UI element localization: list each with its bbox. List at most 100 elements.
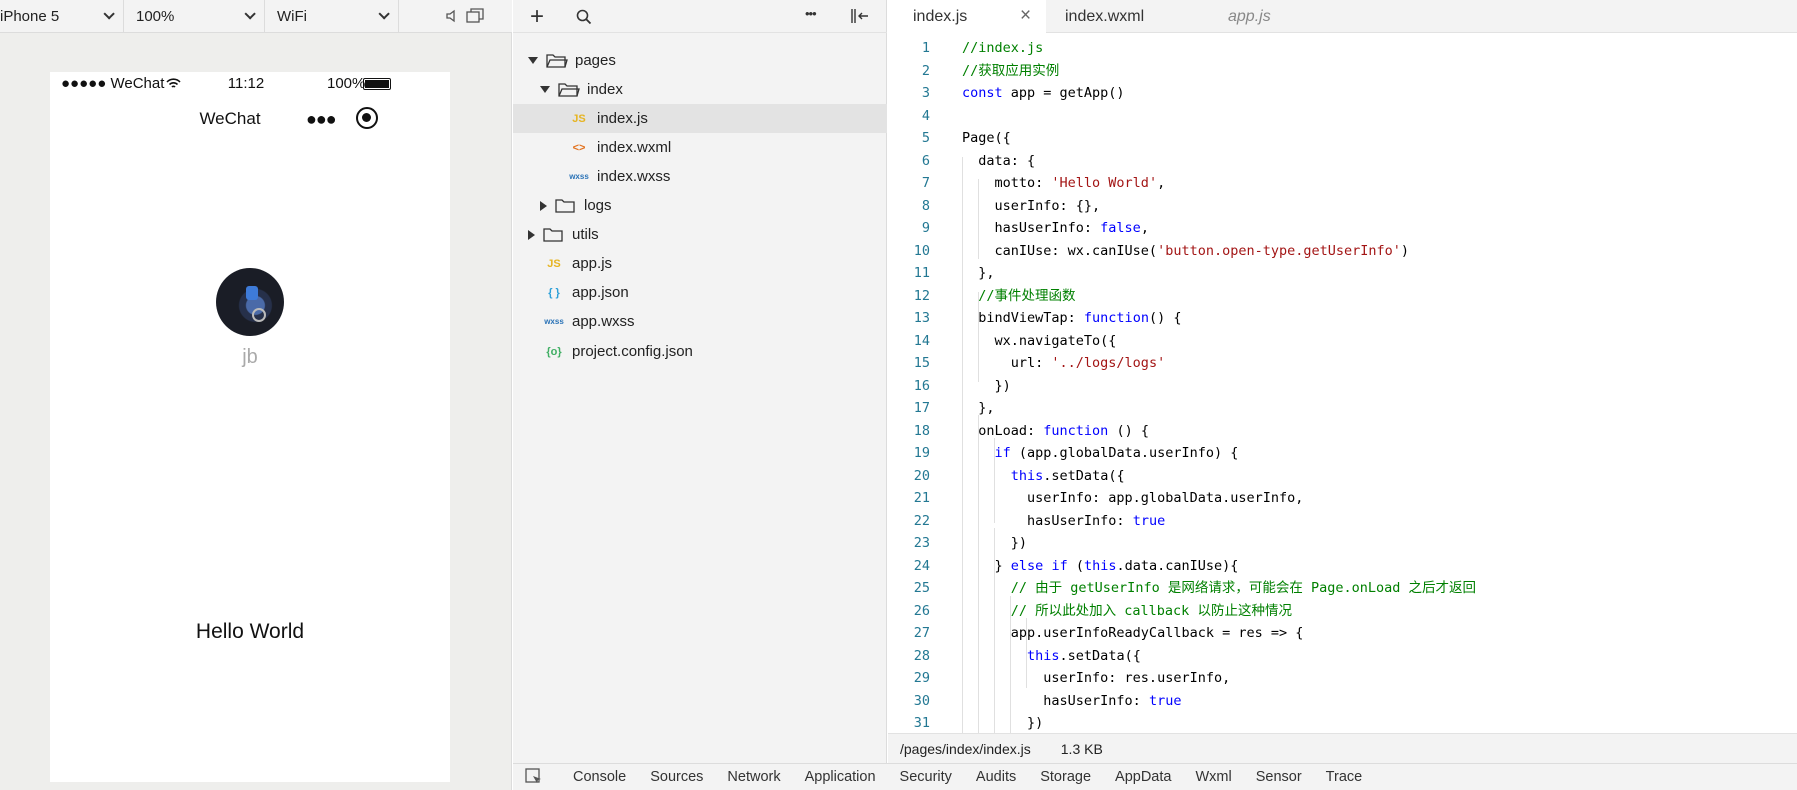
- code-line[interactable]: app.userInfoReadyCallback = res => {: [962, 622, 1304, 645]
- devtools-tab-application[interactable]: Application: [805, 769, 876, 785]
- mute-button[interactable]: [399, 0, 459, 33]
- tree-item-index-wxss[interactable]: wxss index.wxss: [513, 162, 887, 191]
- line-number: 23: [913, 535, 930, 551]
- tree-item-app-js[interactable]: JS app.js: [513, 249, 887, 278]
- code-line[interactable]: }): [962, 375, 1011, 398]
- zoom-select[interactable]: 100%: [124, 0, 265, 33]
- devtools-tab-bar: Console Sources Network Application Secu…: [513, 763, 1797, 790]
- network-select[interactable]: WiFi: [265, 0, 399, 33]
- devtools-tab-console[interactable]: Console: [573, 769, 626, 785]
- line-number: 1: [921, 40, 930, 56]
- code-line[interactable]: },: [962, 262, 994, 285]
- code-line[interactable]: //获取应用实例: [962, 60, 1059, 83]
- code-line[interactable]: wx.navigateTo({: [962, 330, 1117, 353]
- line-number: 29: [913, 670, 930, 686]
- code-line[interactable]: if (app.globalData.userInfo) {: [962, 442, 1239, 465]
- tree-item-label: logs: [584, 197, 612, 214]
- devtools-tab-sensor[interactable]: Sensor: [1256, 769, 1302, 785]
- tree-item-label: app.json: [572, 284, 629, 301]
- code-line[interactable]: Page({: [962, 127, 1011, 150]
- line-number: 8: [921, 197, 930, 214]
- code-line[interactable]: userInfo: {},: [962, 195, 1101, 218]
- code-line[interactable]: this.setData({: [962, 465, 1125, 488]
- add-file-icon[interactable]: +: [530, 3, 544, 31]
- explorer-toolbar: + •••: [513, 0, 887, 33]
- tree-item-pages[interactable]: pages: [513, 46, 887, 75]
- code-line[interactable]: hasUserInfo: true: [962, 690, 1181, 713]
- code-line[interactable]: onLoad: function () {: [962, 420, 1149, 443]
- search-icon[interactable]: [576, 9, 592, 25]
- devtools-tab-security[interactable]: Security: [900, 769, 952, 785]
- code-line[interactable]: this.setData({: [962, 645, 1141, 668]
- code-line[interactable]: }): [962, 532, 1027, 555]
- code-line[interactable]: url: '../logs/logs': [962, 352, 1165, 375]
- code-line[interactable]: // 由于 getUserInfo 是网络请求，可能会在 Page.onLoad…: [962, 577, 1476, 600]
- nav-title: WeChat: [199, 109, 261, 128]
- more-options-icon[interactable]: •••: [805, 6, 817, 21]
- tree-item-app-json[interactable]: { } app.json: [513, 278, 887, 307]
- devtools-tab-audits[interactable]: Audits: [976, 769, 1016, 785]
- tree-item-label: index.wxml: [597, 139, 672, 156]
- caret-down-icon: [540, 86, 550, 93]
- tree-item-index-js[interactable]: JS index.js: [513, 104, 887, 133]
- tree-item-index-folder[interactable]: index: [513, 75, 887, 104]
- line-number: 25: [913, 580, 930, 596]
- line-number: 16: [913, 377, 930, 394]
- tree-item-project-config[interactable]: {o} project.config.json: [513, 337, 887, 366]
- close-capsule-icon[interactable]: [356, 107, 378, 129]
- more-icon[interactable]: ●●●: [306, 109, 337, 130]
- code-line[interactable]: hasUserInfo: true: [962, 510, 1165, 533]
- devtools-tab-appdata[interactable]: AppData: [1115, 769, 1171, 785]
- code-line[interactable]: userInfo: res.userInfo,: [962, 667, 1230, 690]
- tree-item-utils[interactable]: utils: [513, 220, 887, 249]
- code-line[interactable]: hasUserInfo: false,: [962, 217, 1149, 240]
- simulator-panel: iPhone 5 100% WiFi ●●●●● WeChat 11:12 10…: [0, 0, 512, 790]
- inspect-element-icon[interactable]: [525, 768, 543, 786]
- code-line[interactable]: userInfo: app.globalData.userInfo,: [962, 487, 1303, 510]
- tab-index-js[interactable]: index.js ×: [888, 0, 1046, 33]
- tree-item-logs[interactable]: logs: [513, 191, 887, 220]
- close-icon[interactable]: ×: [1020, 5, 1031, 27]
- devtools-tab-wxml[interactable]: Wxml: [1195, 769, 1231, 785]
- code-line[interactable]: data: {: [962, 150, 1035, 173]
- caret-down-icon: [528, 57, 538, 64]
- tab-label: index.js: [913, 7, 968, 25]
- line-number: 30: [913, 692, 930, 709]
- code-line[interactable]: canIUse: wx.canIUse('button.open-type.ge…: [962, 240, 1410, 263]
- code-line[interactable]: //index.js: [962, 37, 1043, 60]
- code-line[interactable]: // 所以此处加入 callback 以防止这种情况: [962, 600, 1292, 623]
- code-line[interactable]: },: [962, 397, 994, 420]
- avatar-figure: [246, 286, 258, 300]
- code-line[interactable]: }): [962, 712, 1043, 733]
- device-select[interactable]: iPhone 5: [0, 0, 124, 33]
- tree-item-index-wxml[interactable]: <> index.wxml: [513, 133, 887, 162]
- avatar[interactable]: [216, 268, 284, 336]
- collapse-panel-icon[interactable]: [850, 8, 870, 24]
- tree-item-label: project.config.json: [572, 343, 693, 360]
- js-file-icon: JS: [547, 257, 561, 270]
- devtools-tab-sources[interactable]: Sources: [650, 769, 703, 785]
- line-number: 2: [921, 62, 930, 79]
- line-number: 11: [913, 265, 930, 281]
- clock-label: 11:12: [227, 75, 265, 92]
- tree-item-label: index.wxss: [597, 168, 671, 185]
- caret-right-icon: [540, 200, 547, 211]
- carrier-label: ●●●●● WeChat: [61, 75, 165, 92]
- folder-icon: [555, 198, 575, 213]
- line-number: 14: [913, 332, 930, 349]
- tab-app-js[interactable]: app.js: [1206, 0, 1356, 33]
- devtools-tab-network[interactable]: Network: [727, 769, 780, 785]
- code-line[interactable]: } else if (this.data.canIUse){: [962, 555, 1239, 578]
- code-area[interactable]: 1 //index.js 2 //获取应用实例 3 const app = getApp(…: [888, 33, 1797, 733]
- code-line[interactable]: const app = getApp(): [962, 82, 1125, 105]
- tree-item-app-wxss[interactable]: wxss app.wxss: [513, 307, 887, 336]
- line-number: 21: [913, 490, 930, 506]
- devtools-tab-trace[interactable]: Trace: [1326, 769, 1363, 785]
- code-line[interactable]: //事件处理函数: [962, 285, 1075, 308]
- devtools-tab-storage[interactable]: Storage: [1040, 769, 1091, 785]
- detach-window-button[interactable]: [459, 0, 491, 33]
- code-line[interactable]: bindViewTap: function() {: [962, 307, 1181, 330]
- file-size: 1.3 KB: [1060, 740, 1103, 757]
- tab-index-wxml[interactable]: index.wxml: [1046, 0, 1206, 33]
- code-line[interactable]: motto: 'Hello World',: [962, 172, 1166, 195]
